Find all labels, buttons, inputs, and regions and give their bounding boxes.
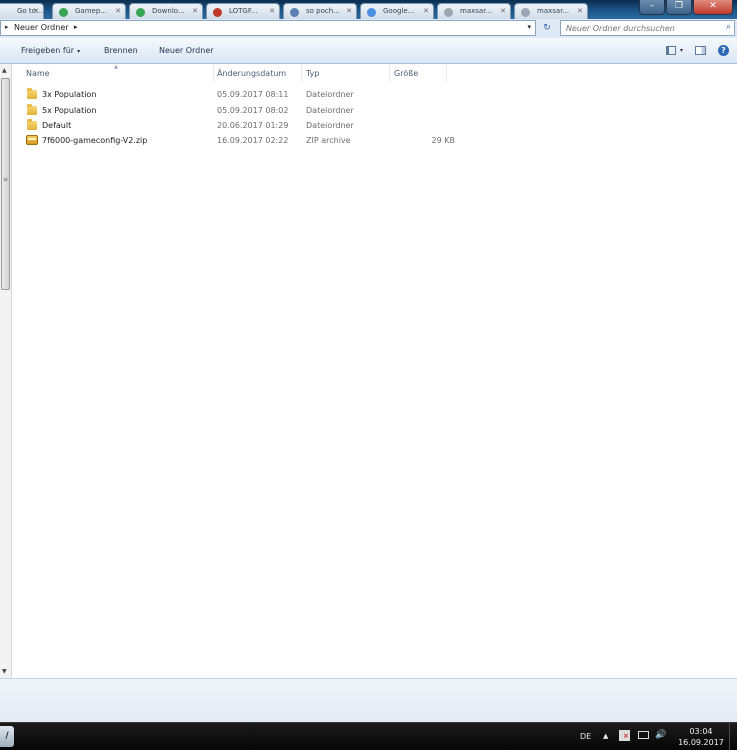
- view-controls: ▾ ?: [665, 45, 729, 56]
- close-button[interactable]: ✕: [693, 0, 733, 15]
- folder-icon: [27, 119, 37, 130]
- address-dropdown-icon[interactable]: ▾: [527, 23, 531, 31]
- chevron-down-icon: ▾: [77, 48, 81, 55]
- file-type: Dateiordner: [306, 90, 354, 99]
- tab-label: Google...: [383, 7, 415, 15]
- tab-label: Downlo...: [152, 7, 185, 15]
- address-bar[interactable]: ▸ Neuer Ordner ▸ ▾: [0, 20, 536, 36]
- file-row[interactable]: 5x Population 05.09.2017 08:02 Dateiordn…: [25, 103, 465, 119]
- file-type: ZIP archive: [306, 136, 351, 145]
- breadcrumb-chevron-icon[interactable]: ▸: [74, 23, 78, 31]
- tab-close-icon[interactable]: ✕: [33, 7, 39, 15]
- file-size: 29 KB: [431, 136, 455, 145]
- scroll-up-icon[interactable]: ▲: [2, 67, 7, 74]
- zip-icon: [26, 135, 38, 145]
- volume-icon[interactable]: 🔊: [655, 730, 666, 740]
- window-controls: – ❐ ✕: [639, 0, 733, 16]
- tab-label: Gamep...: [75, 7, 107, 15]
- address-row: ▸ Neuer Ordner ▸ ▾ ↻ ⌕: [0, 19, 737, 38]
- file-date: 05.09.2017 08:02: [217, 106, 289, 115]
- search-icon[interactable]: ⌕: [726, 22, 731, 32]
- tab-label: so poch...: [306, 7, 340, 15]
- file-type: Dateiordner: [306, 121, 354, 130]
- tab-close-icon[interactable]: ✕: [500, 7, 506, 15]
- scroll-down-icon[interactable]: ▼: [2, 668, 7, 675]
- action-center-flag-icon[interactable]: [619, 730, 630, 741]
- share-with-label: Freigeben für: [21, 46, 75, 55]
- language-indicator[interactable]: DE: [580, 732, 591, 741]
- column-header-type[interactable]: Typ: [302, 64, 390, 82]
- browser-tab[interactable]: so poch... ✕: [283, 3, 357, 19]
- browser-tab[interactable]: LOTGF... ✕: [206, 3, 280, 19]
- chevron-down-icon[interactable]: ▾: [680, 47, 683, 54]
- tab-close-icon[interactable]: ✕: [577, 7, 583, 15]
- column-header-name[interactable]: Name: [22, 64, 214, 82]
- tab-close-icon[interactable]: ✕: [423, 7, 429, 15]
- breadcrumb[interactable]: Neuer Ordner: [14, 23, 69, 32]
- browser-tab[interactable]: Go to... ✕: [0, 3, 44, 19]
- file-row[interactable]: 3x Population 05.09.2017 08:11 Dateiordn…: [25, 87, 465, 103]
- network-icon[interactable]: [638, 731, 649, 739]
- taskbar: / DE ▲ 🔊 03:04 16.09.2017: [0, 722, 737, 750]
- column-header-size[interactable]: Größe: [390, 64, 447, 82]
- folder-icon: [27, 88, 37, 99]
- file-row[interactable]: 7f6000-gameconfig-V2.zip 16.09.2017 02:2…: [25, 133, 465, 149]
- browser-tab[interactable]: Google... ✕: [360, 3, 434, 19]
- burn-button[interactable]: Brennen: [104, 46, 138, 55]
- file-type: Dateiordner: [306, 106, 354, 115]
- file-name: 3x Population: [42, 90, 97, 99]
- share-with-button[interactable]: Freigeben für ▾: [21, 46, 80, 55]
- file-name: 7f6000-gameconfig-V2.zip: [42, 136, 148, 145]
- search-input[interactable]: [561, 21, 711, 35]
- column-header-date[interactable]: Änderungsdatum: [213, 64, 302, 82]
- tab-label: maxsar...: [537, 7, 570, 15]
- browser-tab[interactable]: Gamep... ✕: [52, 3, 126, 19]
- view-options-icon[interactable]: [665, 46, 676, 55]
- browser-tab-strip: Go to... ✕ Gamep... ✕ Downlo... ✕ LOTGF... ✕…: [0, 0, 737, 19]
- show-desktop-button[interactable]: [729, 723, 737, 750]
- favicon-icon: [290, 8, 299, 17]
- navigation-scrollbar[interactable]: ▲ ≡ ▼: [0, 64, 12, 678]
- browser-tab[interactable]: maxsar... ✕: [514, 3, 588, 19]
- show-hidden-icons-icon[interactable]: ▲: [603, 732, 608, 740]
- tab-close-icon[interactable]: ✕: [192, 7, 198, 15]
- folder-icon: [27, 104, 37, 115]
- file-name: 5x Population: [42, 106, 97, 115]
- favicon-icon: [213, 8, 222, 17]
- new-folder-button[interactable]: Neuer Ordner: [159, 46, 214, 55]
- minimize-button[interactable]: –: [639, 0, 665, 15]
- start-button[interactable]: /: [0, 726, 14, 747]
- clock-date: 16.09.2017: [678, 738, 724, 747]
- file-name: Default: [42, 121, 72, 130]
- nav-arrow-icon[interactable]: ▸: [5, 23, 9, 31]
- file-date: 20.06.2017 01:29: [217, 121, 289, 130]
- tab-close-icon[interactable]: ✕: [115, 7, 121, 15]
- clock[interactable]: 03:04 16.09.2017: [676, 726, 726, 748]
- file-date: 05.09.2017 08:11: [217, 90, 289, 99]
- search-box[interactable]: ⌕: [560, 20, 735, 36]
- favicon-icon: [136, 8, 145, 17]
- favicon-icon: [367, 8, 376, 17]
- scrollbar-thumb[interactable]: [1, 78, 10, 290]
- details-pane: [0, 678, 737, 722]
- browser-tab[interactable]: Downlo... ✕: [129, 3, 203, 19]
- maximize-button[interactable]: ❐: [666, 0, 692, 15]
- tab-label: LOTGF...: [229, 7, 258, 15]
- refresh-button[interactable]: ↻: [539, 21, 555, 35]
- file-list: ▲ Name Änderungsdatum Typ Größe 3x Popul…: [13, 64, 737, 678]
- file-row[interactable]: Default 20.06.2017 01:29 Dateiordner: [25, 118, 465, 134]
- favicon-icon: [444, 8, 453, 17]
- tab-label: maxsar...: [460, 7, 493, 15]
- tab-close-icon[interactable]: ✕: [346, 7, 352, 15]
- favicon-icon: [59, 8, 68, 17]
- clock-time: 03:04: [689, 727, 713, 736]
- help-icon[interactable]: ?: [718, 45, 729, 56]
- command-bar: Freigeben für ▾ Brennen Neuer Ordner ▾ ?: [0, 38, 737, 64]
- tab-close-icon[interactable]: ✕: [269, 7, 275, 15]
- scrollbar-grip-icon: ≡: [3, 176, 9, 183]
- browser-tab[interactable]: maxsar... ✕: [437, 3, 511, 19]
- favicon-icon: [521, 8, 530, 17]
- preview-pane-icon[interactable]: [695, 46, 706, 55]
- file-date: 16.09.2017 02:22: [217, 136, 289, 145]
